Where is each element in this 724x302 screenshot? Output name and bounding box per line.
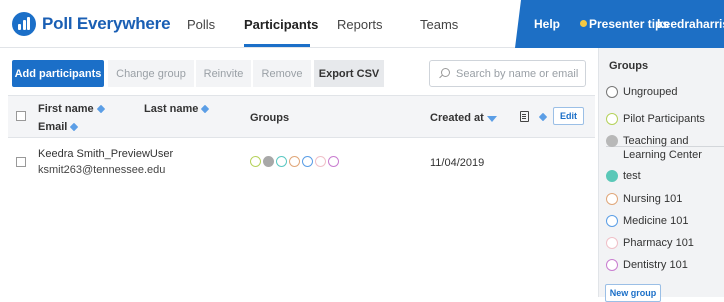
group-dot-icon: [263, 156, 274, 167]
logo-text: Poll Everywhere: [42, 14, 171, 33]
help-link[interactable]: Help: [534, 17, 560, 31]
group-dot-icon: [276, 156, 287, 167]
participant-name[interactable]: Keedra Smith_PreviewUser: [38, 148, 173, 160]
group-color-icon: [606, 237, 618, 249]
group-item-teaching-and-learning-center[interactable]: Teaching and Learning Center: [606, 134, 724, 162]
group-color-icon: [606, 86, 618, 98]
header-groups: Groups: [250, 112, 290, 124]
header-created-at[interactable]: Created at: [430, 112, 497, 124]
group-dot-icon: [289, 156, 300, 167]
group-item-pilot-participants[interactable]: Pilot Participants: [606, 112, 705, 126]
group-label: Nursing 101: [623, 193, 683, 205]
group-label: Pharmacy 101: [623, 237, 694, 249]
group-color-icon: [606, 170, 618, 182]
nav-item-polls[interactable]: Polls: [187, 17, 215, 32]
export-csv-button[interactable]: Export CSV: [314, 60, 384, 87]
logo[interactable]: Poll Everywhere: [12, 12, 171, 36]
group-color-icon: [606, 193, 618, 205]
select-all-checkbox[interactable]: [16, 111, 26, 121]
nav-right-bar: Help Presenter tips keedraharris87: [515, 0, 724, 48]
sort-icon[interactable]: [96, 104, 105, 114]
header-first-name[interactable]: First name: [38, 103, 105, 115]
sort-icon[interactable]: [201, 104, 210, 114]
header-created-at-label: Created at: [430, 112, 484, 124]
nav-item-participants[interactable]: Participants: [244, 17, 318, 32]
group-item-ungrouped[interactable]: Ungrouped: [606, 85, 677, 99]
header-last-name[interactable]: Last name: [144, 103, 210, 115]
sort-icon[interactable]: [70, 122, 79, 132]
header-email[interactable]: Email: [38, 121, 79, 133]
participant-email: ksmit263@tennessee.edu: [38, 164, 166, 176]
reinvite-button[interactable]: Reinvite: [196, 60, 251, 87]
remove-button[interactable]: Remove: [253, 60, 311, 87]
group-item-dentistry-101[interactable]: Dentistry 101: [606, 258, 688, 272]
group-color-icon: [606, 113, 618, 125]
group-item-nursing-101[interactable]: Nursing 101: [606, 192, 682, 206]
group-dot-icon: [250, 156, 261, 167]
header-first-name-label: First name: [38, 103, 94, 115]
group-label: Ungrouped: [623, 86, 678, 98]
nav-item-reports[interactable]: Reports: [337, 17, 383, 32]
change-group-button[interactable]: Change group: [108, 60, 194, 87]
group-color-icon: [606, 259, 618, 271]
add-participants-button[interactable]: Add participants: [12, 60, 104, 87]
active-tab-indicator: [244, 44, 310, 47]
group-item-test[interactable]: test: [606, 169, 641, 183]
groups-title: Groups: [609, 60, 649, 72]
user-menu[interactable]: keedraharris87: [657, 17, 724, 31]
group-label: Teaching and Learning Center: [623, 135, 702, 161]
logo-icon: [12, 12, 36, 36]
search-icon: [439, 68, 450, 79]
top-nav: Poll Everywhere Polls Participants Repor…: [0, 0, 724, 48]
group-color-icon: [606, 135, 618, 147]
group-label: test: [623, 170, 641, 182]
search-placeholder: Search by name or email: [456, 67, 579, 80]
tips-dot-icon: [580, 20, 587, 27]
group-color-icon: [606, 215, 618, 227]
group-dot-icon: [315, 156, 326, 167]
group-item-pharmacy-101[interactable]: Pharmacy 101: [606, 236, 694, 250]
group-label: Medicine 101: [623, 215, 689, 227]
nav-item-teams[interactable]: Teams: [420, 17, 458, 32]
groups-panel: Groups Ungrouped Pilot Participants Teac…: [598, 48, 724, 302]
table-header: First name Last name Email Groups Create…: [8, 95, 595, 138]
edit-columns-button[interactable]: Edit: [553, 107, 584, 125]
group-label: Pilot Participants: [623, 113, 705, 125]
group-dot-icon: [328, 156, 339, 167]
group-label: Dentistry 101: [623, 259, 688, 271]
search-input[interactable]: Search by name or email: [429, 60, 586, 87]
group-item-medicine-101[interactable]: Medicine 101: [606, 214, 688, 228]
header-email-label: Email: [38, 121, 68, 133]
sort-icon[interactable]: [538, 112, 548, 122]
header-last-name-label: Last name: [144, 103, 199, 115]
clipboard-icon[interactable]: [520, 111, 529, 122]
new-group-button[interactable]: New group: [605, 284, 661, 302]
group-dot-icon: [302, 156, 313, 167]
row-checkbox[interactable]: [16, 157, 26, 167]
group-membership-dots[interactable]: [250, 156, 339, 167]
created-at-value: 11/04/2019: [430, 157, 485, 169]
sort-descending-icon[interactable]: [486, 116, 497, 122]
